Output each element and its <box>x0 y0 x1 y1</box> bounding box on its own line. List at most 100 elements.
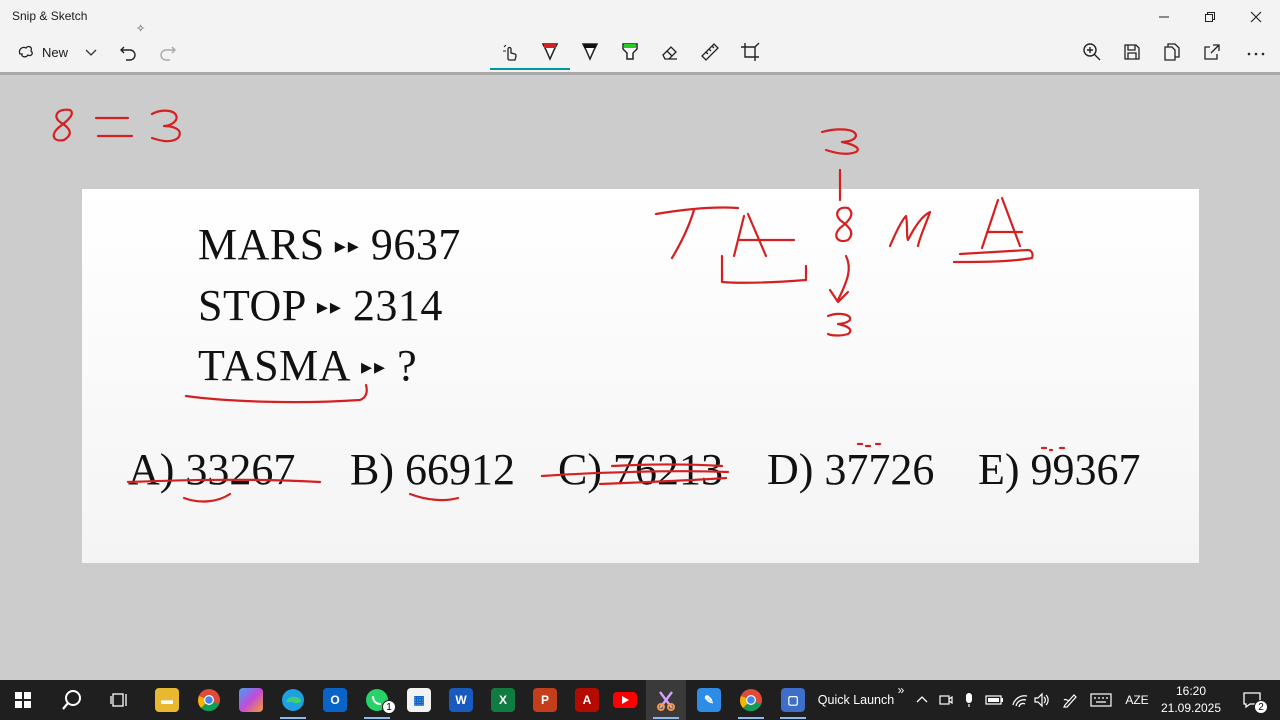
clock: 16:20 21.09.2025 <box>1161 683 1221 717</box>
close-icon <box>1250 11 1262 22</box>
acrobat-button[interactable]: A <box>566 680 608 720</box>
app-title: Snip & Sketch <box>12 9 88 23</box>
search-icon <box>62 690 81 710</box>
wifi-button[interactable] <box>1010 680 1030 720</box>
puzzle-line-1: MARS ▸▸ 9637 <box>198 219 461 270</box>
task-view-button[interactable] <box>98 680 142 720</box>
quick-launch-toolbar[interactable]: Quick Launch <box>816 680 896 720</box>
snip-sketch-taskbar-button[interactable] <box>646 680 686 720</box>
redo-button[interactable] <box>154 33 182 71</box>
excel-button[interactable]: X <box>482 680 524 720</box>
screen-recorder-icon: ▢ <box>781 688 805 712</box>
microphone-icon <box>966 693 972 707</box>
clock-time: 16:20 <box>1175 684 1207 698</box>
tray-microphone-button[interactable] <box>960 680 978 720</box>
show-hidden-icons-button[interactable] <box>912 680 932 720</box>
powerpoint-button[interactable]: P <box>524 680 566 720</box>
crop-button[interactable] <box>736 33 764 71</box>
paint-icon: ✎ <box>697 688 721 712</box>
touch-keyboard-button[interactable] <box>1088 680 1114 720</box>
search-button[interactable] <box>50 680 94 720</box>
new-dropdown-button[interactable] <box>80 33 102 71</box>
battery-button[interactable] <box>984 680 1006 720</box>
clock-date: 21.09.2025 <box>1160 701 1222 715</box>
whatsapp-badge: 1 <box>382 700 396 714</box>
eraser-icon <box>662 46 677 60</box>
start-button[interactable] <box>0 680 46 720</box>
language-label: AZE <box>1125 693 1149 707</box>
screen-recorder-button[interactable]: ▢ <box>772 680 814 720</box>
powerpoint-icon: P <box>533 688 557 712</box>
volume-icon <box>1034 692 1049 708</box>
puzzle-word: STOP <box>198 281 307 330</box>
pen-icon <box>1063 694 1077 708</box>
chrome-button[interactable] <box>188 680 230 720</box>
running-indicator <box>653 717 679 719</box>
touch-writing-button[interactable] <box>496 33 524 71</box>
answer-a: A) 33267 <box>128 445 296 494</box>
input-language-button[interactable]: AZE <box>1120 680 1154 720</box>
word-button[interactable]: W <box>440 680 482 720</box>
taskbar: ▬ O 1 ▦ W X P A ✎ ▢ Quick Launch » AZE 1… <box>0 680 1280 720</box>
new-snip-icon <box>18 45 33 58</box>
more-options-button[interactable] <box>1242 33 1270 71</box>
undo-icon <box>120 46 136 61</box>
undo-button[interactable] <box>114 33 142 71</box>
running-indicator <box>364 717 390 719</box>
chevron-up-icon <box>916 696 928 703</box>
highlighter-icon <box>622 43 638 60</box>
active-tool-indicator <box>490 68 570 70</box>
save-button[interactable] <box>1118 33 1146 71</box>
puzzle-code: ? <box>397 341 418 390</box>
youtube-icon <box>613 692 637 708</box>
ballpoint-pen-button[interactable] <box>536 33 564 71</box>
puzzle-line-3: TASMA ▸▸? <box>198 340 417 391</box>
restore-button[interactable] <box>1187 0 1233 33</box>
quick-launch-chevron[interactable]: » <box>894 680 908 700</box>
acrobat-icon: A <box>575 688 599 712</box>
volume-button[interactable] <box>1032 680 1052 720</box>
notification-center-button[interactable]: 2 <box>1234 680 1270 720</box>
zoom-icon <box>1083 43 1101 61</box>
copilot-icon <box>239 688 263 712</box>
chevron-down-icon <box>85 49 97 56</box>
arrow-icon: ▸▸ <box>334 233 361 258</box>
answer-d: D) 37726 <box>767 445 935 494</box>
ruler-icon <box>701 43 719 61</box>
whatsapp-button[interactable]: 1 <box>356 680 398 720</box>
clock-button[interactable]: 16:20 21.09.2025 <box>1158 680 1224 720</box>
chrome-profile-button[interactable] <box>730 680 772 720</box>
store-button[interactable]: ▦ <box>398 680 440 720</box>
file-explorer-button[interactable]: ▬ <box>146 680 188 720</box>
zoom-button[interactable] <box>1078 33 1106 71</box>
new-label: New <box>41 44 68 60</box>
pencil-button[interactable] <box>576 33 604 71</box>
copy-button[interactable] <box>1158 33 1186 71</box>
chrome-icon <box>198 689 220 712</box>
minimize-icon <box>1159 16 1169 17</box>
task-view-icon <box>110 693 127 707</box>
pen-menu-button[interactable] <box>1060 680 1080 720</box>
chrome-icon <box>740 689 762 712</box>
copy-icon <box>1164 43 1180 61</box>
puzzle-word: TASMA <box>198 341 351 390</box>
new-snip-button[interactable]: New <box>12 33 72 71</box>
youtube-button[interactable] <box>604 680 646 720</box>
share-button[interactable] <box>1198 33 1226 71</box>
answer-b: B) 66912 <box>350 445 515 494</box>
paint-button[interactable]: ✎ <box>688 680 730 720</box>
ballpoint-pen-icon <box>541 43 559 61</box>
ruler-button[interactable] <box>696 33 724 71</box>
arrow-icon: ▸▸ <box>361 354 388 379</box>
eraser-button[interactable] <box>656 33 684 71</box>
file-explorer-icon: ▬ <box>155 688 179 712</box>
highlighter-button[interactable] <box>616 33 644 71</box>
tray-camera-button[interactable] <box>936 680 956 720</box>
outlook-button[interactable]: O <box>314 680 356 720</box>
minimize-button[interactable] <box>1141 0 1187 33</box>
close-button[interactable] <box>1233 0 1279 33</box>
running-indicator <box>780 717 806 719</box>
toolbar: New <box>0 33 1280 73</box>
copilot-button[interactable] <box>230 680 272 720</box>
edge-button[interactable] <box>272 680 314 720</box>
